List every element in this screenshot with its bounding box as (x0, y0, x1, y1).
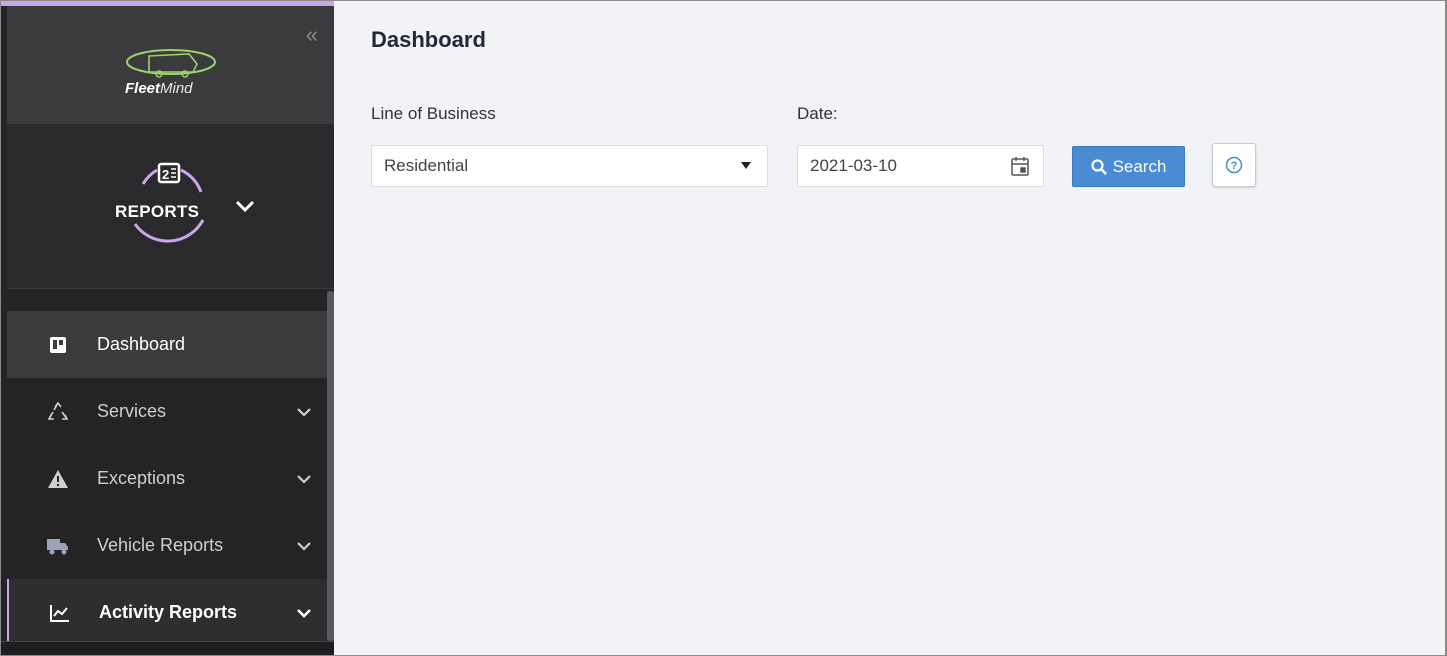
svg-text:?: ? (1231, 160, 1238, 172)
date-input[interactable]: 2021-03-10 (797, 145, 1044, 187)
sidebar-item-label: Exceptions (97, 468, 186, 488)
warning-icon (47, 468, 69, 490)
search-button-label: Search (1112, 156, 1167, 176)
line-of-business-select[interactable]: Residential (371, 145, 768, 187)
date-label: Date: (797, 104, 838, 123)
sidebar: « FleetMind 2 REPORTS Dashboard Services… (1, 1, 334, 655)
svg-text:2: 2 (162, 167, 169, 182)
sidebar-item-services[interactable]: Services (7, 378, 327, 445)
chevron-down-icon (297, 541, 311, 551)
search-button[interactable]: Search (1072, 146, 1185, 187)
sidebar-item-vehicle-reports[interactable]: Vehicle Reports (7, 512, 327, 579)
sidebar-item-exceptions[interactable]: Exceptions (7, 445, 327, 512)
chevron-down-icon (297, 608, 311, 618)
sidebar-item-activity-reports[interactable]: Activity Reports (7, 579, 327, 646)
line-of-business-value: Residential (384, 156, 469, 175)
line-chart-icon (49, 602, 71, 624)
sidebar-item-label: Dashboard (97, 334, 186, 354)
main-content: Dashboard Line of Business Residential D… (334, 1, 1445, 655)
sidebar-footer (1, 641, 334, 655)
sidebar-item-label: Activity Reports (99, 602, 238, 622)
brand-area: « FleetMind (7, 6, 334, 124)
chevron-down-icon (297, 474, 311, 484)
brand-name: FleetMind (125, 80, 193, 97)
sidebar-item-label: Services (97, 401, 167, 421)
page-title: Dashboard (371, 27, 486, 52)
module-label: REPORTS (115, 202, 200, 221)
sidebar-scrollbar[interactable] (327, 291, 334, 641)
sidebar-nav: Dashboard Services Exceptions Vehicle Re… (7, 311, 327, 646)
date-value: 2021-03-10 (810, 156, 897, 175)
help-button[interactable]: ? (1212, 143, 1256, 187)
calendar-icon[interactable] (1011, 156, 1029, 176)
caret-down-icon (741, 162, 751, 169)
line-of-business-label: Line of Business (371, 104, 496, 123)
chevron-down-icon (297, 407, 311, 417)
board-icon (47, 334, 69, 356)
recycle-icon (47, 401, 69, 423)
double-chevron-left-icon[interactable]: « (306, 24, 318, 46)
sidebar-item-label: Vehicle Reports (97, 535, 224, 555)
app-window: « FleetMind 2 REPORTS Dashboard Services… (0, 0, 1447, 656)
truck-icon (47, 535, 69, 557)
sidebar-item-dashboard[interactable]: Dashboard (7, 311, 327, 378)
module-switcher[interactable]: 2 REPORTS (7, 124, 334, 289)
fleetmind-logo (126, 49, 216, 78)
search-icon (1090, 158, 1107, 175)
question-circle-icon: ? (1225, 156, 1243, 174)
chevron-down-icon[interactable] (233, 196, 257, 216)
